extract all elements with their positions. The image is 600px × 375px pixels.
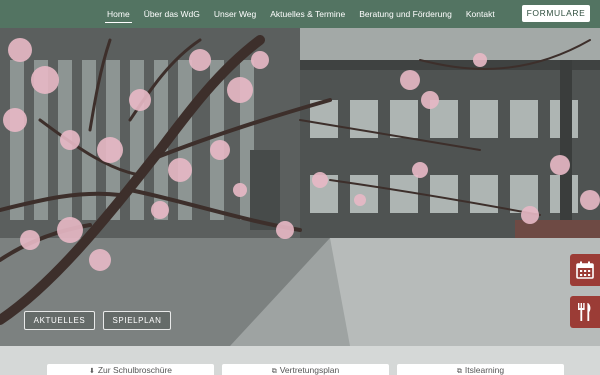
quick-link-label: Zur Schulbroschüre bbox=[97, 365, 173, 375]
school-building-photo bbox=[0, 0, 600, 346]
main-menu: Home Über das WdG Unser Weg Aktuelles & … bbox=[100, 0, 502, 28]
quick-link-label: Vertretungsplan bbox=[279, 365, 340, 375]
itslearning-link[interactable]: ⧉ Itslearning bbox=[397, 364, 564, 375]
aktuelles-button[interactable]: AKTUELLES bbox=[24, 311, 95, 330]
formulare-button[interactable]: FORMULARE bbox=[522, 5, 590, 22]
external-link-icon: ⧉ bbox=[456, 368, 462, 375]
download-icon: ⬇ bbox=[88, 368, 95, 375]
vertretungsplan-link[interactable]: ⧉ Vertretungsplan bbox=[222, 364, 389, 375]
quick-link-label: Itslearning bbox=[464, 365, 505, 375]
spielplan-button[interactable]: SPIELPLAN bbox=[103, 311, 171, 330]
calendar-icon[interactable] bbox=[570, 254, 600, 286]
hero-image bbox=[0, 0, 600, 346]
quick-links-bar: ⬇ Zur Schulbroschüre ⧉ Vertretungsplan ⧉ It… bbox=[0, 346, 600, 375]
nav-item-beratung-foerderung[interactable]: Beratung und Förderung bbox=[352, 0, 459, 28]
schulbroschuere-link[interactable]: ⬇ Zur Schulbroschüre bbox=[47, 364, 214, 375]
external-link-icon: ⧉ bbox=[271, 368, 277, 375]
nav-item-ueber-das-wdg[interactable]: Über das WdG bbox=[137, 0, 207, 28]
nav-item-unser-weg[interactable]: Unser Weg bbox=[207, 0, 263, 28]
fork-knife-icon[interactable] bbox=[570, 296, 600, 328]
nav-item-home[interactable]: Home bbox=[100, 0, 137, 28]
nav-item-kontakt[interactable]: Kontakt bbox=[459, 0, 502, 28]
nav-item-aktuelles-termine[interactable]: Aktuelles & Termine bbox=[263, 0, 352, 28]
top-navigation-bar: Home Über das WdG Unser Weg Aktuelles & … bbox=[0, 0, 600, 28]
